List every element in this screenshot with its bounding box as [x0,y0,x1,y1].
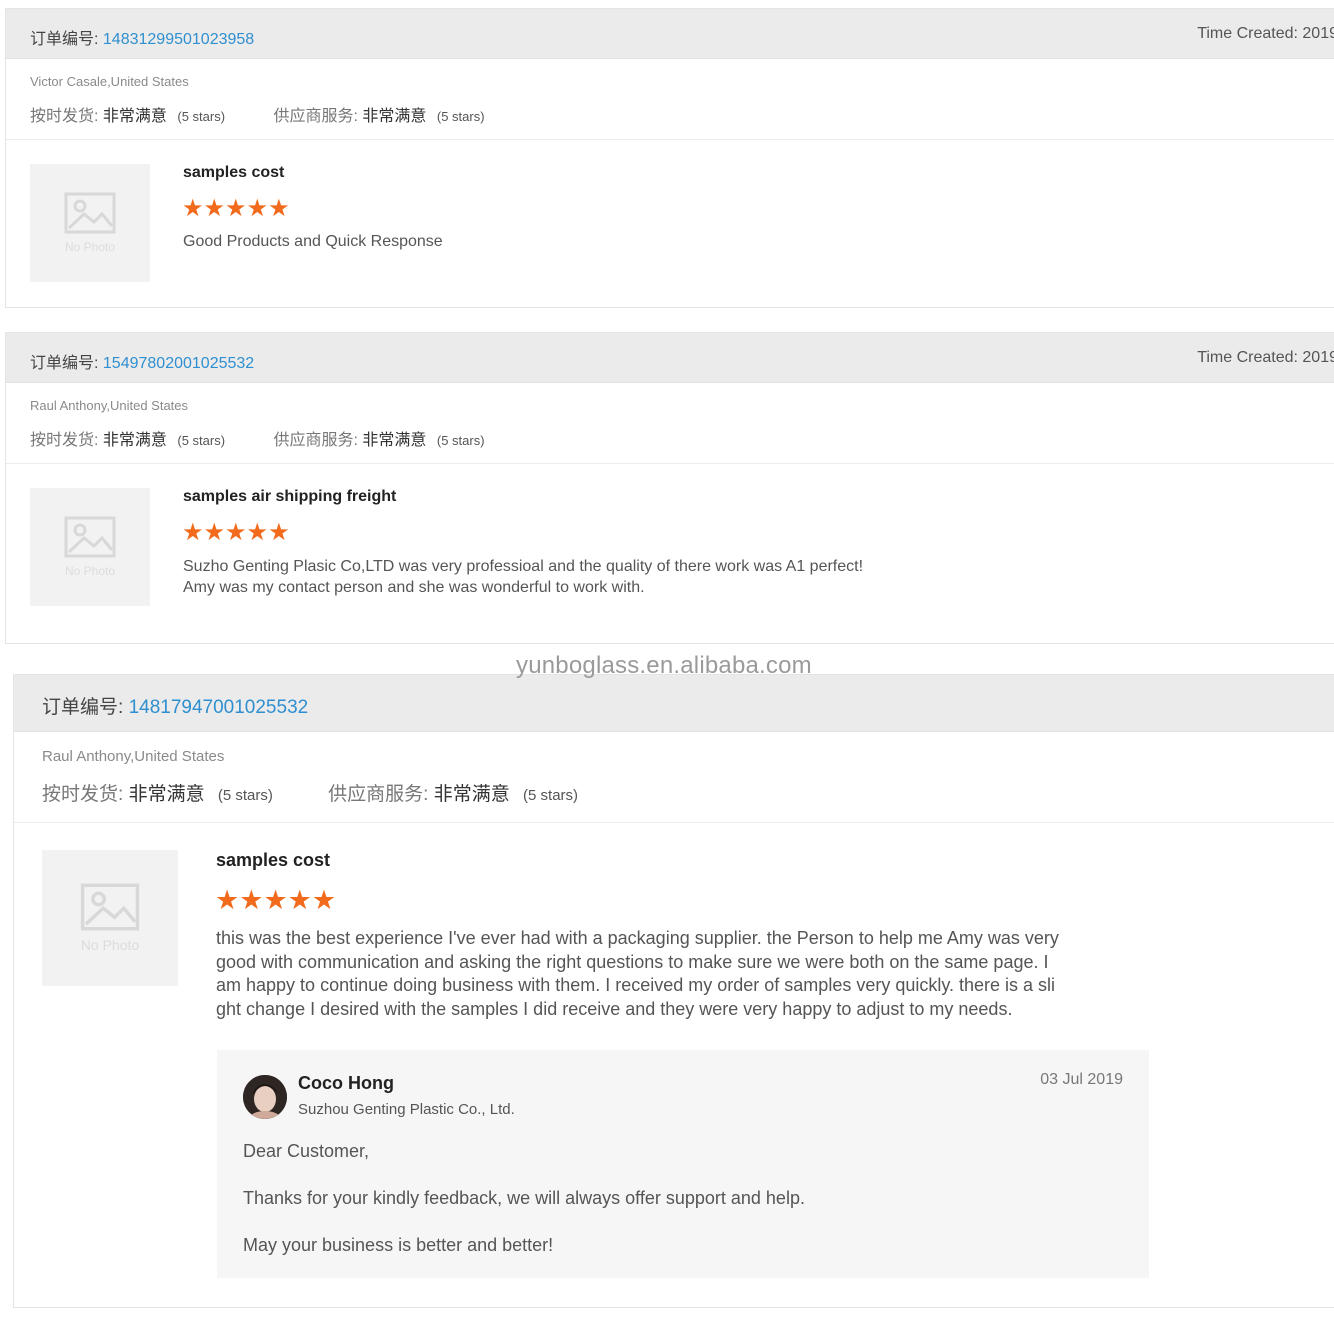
order-number-label: 订单编号: [42,697,129,718]
order-number-label: 订单编号: [30,355,103,372]
review-text-line: Amy was my contact person and she was wo… [183,579,645,596]
review-text: Suzho Genting Plasic Co,LTD was very pro… [183,556,863,598]
review-text: Good Products and Quick Response [183,233,443,250]
reply-date: 03 Jul 2019 [1040,1071,1123,1088]
ontime-stars: (5 stars) [177,433,226,448]
avatar[interactable] [243,1075,287,1119]
watermark: yunboglass.en.alibaba.com [516,652,812,679]
divider [6,463,1334,464]
reply-line: Dear Customer, [243,1141,370,1161]
image-placeholder-icon [64,516,116,558]
avatar-photo [243,1075,287,1119]
order-number-row: 订单编号: 14831299501023958 [30,25,254,49]
divider [6,139,1334,140]
ontime-label: 按时发货: [30,432,103,449]
product-title[interactable]: samples cost [183,164,284,182]
image-placeholder-icon [80,883,140,931]
supplier-service-value: 非常满意 [433,784,510,805]
order-number-row: 订单编号: 15497802001025532 [30,349,254,373]
ratings-row: 按时发货: 非常满意 (5 stars) 供应商服务: 非常满意 (5 star… [30,426,485,450]
star-icon: ★ [263,885,288,915]
time-created: Time Created: 2019 [1197,25,1334,42]
review-text: this was the best experience I've ever h… [216,927,1059,1021]
order-number-label: 订单编号: [30,31,103,48]
reply-author-name: Coco Hong [298,1073,394,1093]
reply-company: Suzhou Genting Plastic Co., Ltd. [298,1101,515,1118]
supplier-reply: Coco Hong Suzhou Genting Plastic Co., Lt… [217,1050,1149,1278]
no-photo-text: No Photo [80,937,140,953]
product-title[interactable]: samples air shipping freight [183,488,396,506]
ontime-value: 非常满意 [102,432,167,449]
star-icon: ★ [215,885,240,915]
divider [14,822,1334,823]
reply-line: Thanks for your kindly feedback, we will… [243,1188,805,1208]
product-stars: ★ ★ ★ ★ ★ [182,197,290,221]
order-number-link[interactable]: 14831299501023958 [103,31,254,48]
supplier-service-value: 非常满意 [362,432,427,449]
no-photo-text: No Photo [64,564,116,578]
buyer-name: Raul Anthony,United States [30,398,189,413]
review-card: 订单编号: 15497802001025532 Time Created: 20… [5,332,1334,644]
supplier-service-stars: (5 stars) [436,109,485,124]
supplier-service-label: 供应商服务: [328,784,434,805]
star-icon: ★ [287,885,312,915]
reply-line: May your business is better and better! [243,1235,554,1255]
time-created: Time Created: 2019 [1197,349,1334,366]
product-stars: ★ ★ ★ ★ ★ [215,887,336,914]
product-stars: ★ ★ ★ ★ ★ [182,521,290,545]
product-image-placeholder[interactable]: No Photo [30,488,150,606]
star-icon: ★ [225,195,247,222]
ontime-value: 非常满意 [102,108,167,125]
buyer-name: Victor Casale,United States [30,74,189,89]
review-card: 订单编号: 14817947001025532 Raul Anthony,Uni… [13,674,1334,1308]
image-placeholder-icon [64,192,116,234]
supplier-service-value: 非常满意 [362,108,427,125]
star-icon: ★ [311,885,337,915]
star-icon: ★ [203,519,226,546]
ratings-row: 按时发货: 非常满意 (5 stars) 供应商服务: 非常满意 (5 star… [30,102,485,126]
card-header: 订单编号: 14817947001025532 [14,675,1334,732]
supplier-service-stars: (5 stars) [436,433,485,448]
buyer-name: Raul Anthony,United States [42,748,225,765]
review-text-line: ght change I desired with the samples I … [216,998,1013,1019]
review-text-line: am happy to continue doing business with… [216,975,1056,995]
order-number-row: 订单编号: 14817947001025532 [42,692,308,719]
product-image-placeholder[interactable]: No Photo [30,164,150,282]
card-header: 订单编号: 14831299501023958 Time Created: 20… [6,9,1334,59]
supplier-service-label: 供应商服务: [273,432,363,449]
ratings-row: 按时发货: 非常满意 (5 stars) 供应商服务: 非常满意 (5 star… [42,779,578,806]
star-icon: ★ [246,519,269,546]
star-icon: ★ [268,195,290,222]
product-image-placeholder[interactable]: No Photo [42,850,178,986]
review-card: 订单编号: 14831299501023958 Time Created: 20… [5,8,1334,308]
supplier-service-label: 供应商服务: [273,108,363,125]
star-icon: ★ [239,885,264,915]
ontime-stars: (5 stars) [177,109,226,124]
star-icon: ★ [182,195,204,222]
review-text-line: Suzho Genting Plasic Co,LTD was very pro… [183,558,864,575]
star-icon: ★ [182,519,204,546]
ontime-label: 按时发货: [30,108,103,125]
order-number-link[interactable]: 14817947001025532 [129,697,309,718]
ontime-label: 按时发货: [42,784,129,805]
product-title[interactable]: samples cost [216,850,330,871]
ontime-stars: (5 stars) [217,787,273,804]
ontime-value: 非常满意 [128,784,205,805]
supplier-service-stars: (5 stars) [523,787,579,804]
order-number-link[interactable]: 15497802001025532 [103,355,254,372]
star-icon: ★ [268,519,290,546]
star-icon: ★ [225,519,247,546]
review-text-line: good with communication and asking the r… [216,951,1049,972]
no-photo-text: No Photo [64,240,116,254]
review-text-line: this was the best experience I've ever h… [216,928,1059,948]
star-icon: ★ [246,195,269,222]
card-header: 订单编号: 15497802001025532 Time Created: 20… [6,333,1334,383]
star-icon: ★ [203,195,226,222]
